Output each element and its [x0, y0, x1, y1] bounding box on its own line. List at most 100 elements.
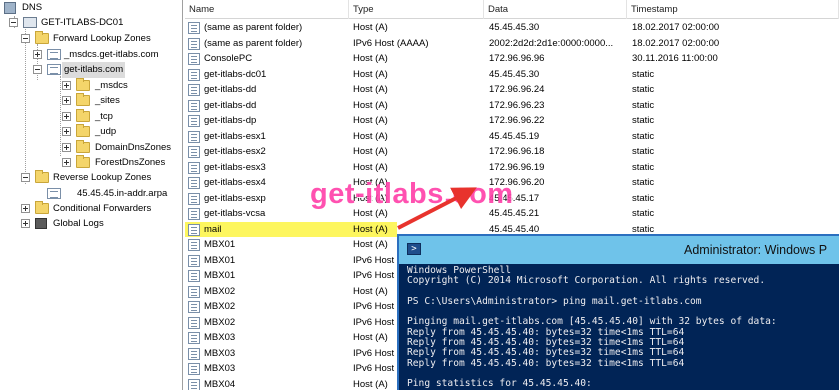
- cell-timestamp: static: [632, 192, 655, 204]
- console-line: Copyright (C) 2014 Microsoft Corporation…: [407, 275, 766, 287]
- cell-timestamp: 30.11.2016 11:00:00: [632, 53, 718, 64]
- table-row[interactable]: get-itlabs-esx2 Host (A) 172.96.96.18 stati…: [185, 144, 839, 160]
- cell-type: Host (A): [353, 146, 388, 157]
- cell-name: get-itlabs-dp: [204, 115, 257, 126]
- cell-data: 2002:2d2d:2d1e:0000:0000...: [489, 37, 614, 49]
- record-icon: [188, 270, 200, 282]
- table-row[interactable]: get-itlabs-dp Host (A) 172.96.96.22 static: [185, 113, 839, 129]
- powershell-titlebar[interactable]: > Administrator: Windows P: [399, 236, 839, 264]
- tree-item-forest-dns-zones[interactable]: ForestDnsZones: [62, 155, 182, 171]
- tree-label: _msdcs: [95, 80, 128, 91]
- folder-icon: [76, 93, 90, 106]
- tree-label: _tcp: [95, 111, 113, 122]
- zone-icon: [47, 49, 61, 60]
- table-row[interactable]: ConsolePC Host (A) 172.96.96.96 30.11.2016 …: [185, 51, 839, 67]
- tree-item-conditional-forwarders[interactable]: Conditional Forwarders: [21, 201, 181, 217]
- cell-data: 172.96.96.96: [489, 53, 545, 64]
- tree-item-tcp[interactable]: _tcp: [62, 109, 182, 125]
- collapse-icon[interactable]: [21, 173, 30, 182]
- table-row[interactable]: get-itlabs-dc01 Host (A) 45.45.45.30 static: [185, 67, 839, 83]
- record-icon: [188, 363, 200, 375]
- cell-type: Host (A): [353, 53, 388, 64]
- tree-label-selected: get-itlabs.com: [62, 62, 126, 78]
- cell-timestamp: static: [632, 99, 655, 111]
- expand-icon[interactable]: [21, 219, 30, 228]
- record-icon: [188, 146, 200, 158]
- tree-item-msdcs-zone[interactable]: _msdcs.get-itlabs.com: [33, 47, 182, 63]
- tree-item-reverse-zone[interactable]: 45.45.45.in-addr.arpa: [47, 186, 182, 202]
- tree-item-reverse-lookup-zones[interactable]: Reverse Lookup Zones: [21, 170, 181, 186]
- tree-label: _sites: [95, 95, 120, 106]
- column-header-name[interactable]: Name: [185, 0, 349, 19]
- tree-item-sites[interactable]: _sites: [62, 93, 182, 109]
- powershell-window[interactable]: > Administrator: Windows P Windows Power…: [397, 234, 839, 390]
- cell-name: get-itlabs-esx3: [204, 161, 266, 173]
- record-icon: [188, 115, 200, 127]
- folder-icon: [76, 124, 90, 137]
- cell-timestamp: static: [632, 161, 655, 173]
- folder-icon: [35, 170, 49, 183]
- tree-item-get-itlabs-zone[interactable]: get-itlabs.com: [33, 62, 182, 78]
- collapse-icon[interactable]: [21, 34, 30, 43]
- cell-name: MBX01: [204, 254, 236, 266]
- expand-icon[interactable]: [62, 112, 71, 121]
- table-row[interactable]: get-itlabs-dd Host (A) 172.96.96.23 static: [185, 98, 839, 114]
- collapse-icon[interactable]: [33, 65, 42, 74]
- tree-item-forward-lookup-zones[interactable]: Forward Lookup Zones: [21, 31, 181, 47]
- cell-type: Host (A): [353, 130, 388, 142]
- record-icon: [188, 99, 200, 112]
- record-icon: [188, 316, 200, 329]
- cell-data: 172.96.96.24: [489, 84, 545, 95]
- logs-icon: [35, 218, 47, 229]
- table-row[interactable]: get-itlabs-dd Host (A) 172.96.96.24 static: [185, 82, 839, 98]
- cell-timestamp: static: [632, 177, 655, 188]
- powershell-console[interactable]: Windows PowerShell Copyright (C) 2014 Mic…: [407, 265, 839, 390]
- collapse-icon[interactable]: [9, 18, 18, 27]
- table-row[interactable]: get-itlabs-esx1 Host (A) 45.45.45.19 static: [185, 129, 839, 145]
- cell-data: 45.45.45.30: [489, 22, 540, 33]
- table-row[interactable]: get-itlabs-esx3 Host (A) 172.96.96.19 stati…: [185, 160, 839, 176]
- record-icon: [188, 285, 200, 298]
- cell-name: MBX03: [204, 347, 236, 359]
- record-icon: [188, 254, 200, 267]
- console-line: PS C:\Users\Administrator> ping mail.get…: [407, 295, 702, 307]
- tree-item-udp[interactable]: _udp: [62, 124, 182, 140]
- table-row[interactable]: mail Host (A) 45.45.45.40 static: [185, 221, 654, 237]
- column-header-type[interactable]: Type: [349, 0, 484, 19]
- tree-item-server[interactable]: GET-ITLABS-DC01: [9, 15, 179, 31]
- cell-name: mail: [204, 223, 222, 235]
- tree-item-global-logs[interactable]: Global Logs: [21, 216, 181, 232]
- expand-icon[interactable]: [62, 96, 71, 105]
- expand-icon[interactable]: [33, 50, 42, 59]
- column-header-timestamp[interactable]: Timestamp: [627, 0, 839, 19]
- cell-type: Host (A): [353, 68, 388, 80]
- tree-label: Global Logs: [53, 218, 104, 229]
- expand-icon[interactable]: [62, 158, 71, 167]
- column-header-bar: Name Type Data Timestamp: [185, 0, 839, 19]
- cell-type: Host (A): [353, 99, 388, 111]
- tree-label: ForestDnsZones: [95, 157, 166, 168]
- expand-icon[interactable]: [62, 143, 71, 152]
- tree-label: 45.45.45.in-addr.arpa: [77, 188, 168, 199]
- zone-icon: [47, 188, 61, 199]
- tree-item-msdcs[interactable]: _msdcs: [62, 78, 182, 94]
- folder-icon: [76, 140, 90, 153]
- console-line: Reply from 45.45.45.40: bytes=32 time<1m…: [407, 357, 685, 369]
- cell-name: get-itlabs-dc01: [204, 68, 267, 80]
- cell-data: 172.96.96.19: [489, 161, 545, 173]
- expand-icon[interactable]: [21, 204, 30, 213]
- cell-name: get-itlabs-esx1: [204, 130, 266, 142]
- folder-icon: [76, 78, 90, 91]
- expand-icon[interactable]: [62, 81, 71, 90]
- table-row[interactable]: (same as parent folder) IPv6 Host (AAAA) 2…: [185, 36, 839, 52]
- record-icon: [188, 22, 200, 34]
- cell-data: 45.45.45.19: [489, 130, 540, 142]
- cell-data: 172.96.96.23: [489, 99, 545, 111]
- record-icon: [188, 223, 200, 236]
- tree-item-domain-dns-zones[interactable]: DomainDnsZones: [62, 140, 182, 156]
- powershell-icon: >: [407, 243, 421, 255]
- table-row[interactable]: (same as parent folder) Host (A) 45.45.45.…: [185, 20, 839, 36]
- column-header-data[interactable]: Data: [484, 0, 627, 19]
- tree-connector: [60, 76, 61, 156]
- expand-icon[interactable]: [62, 127, 71, 136]
